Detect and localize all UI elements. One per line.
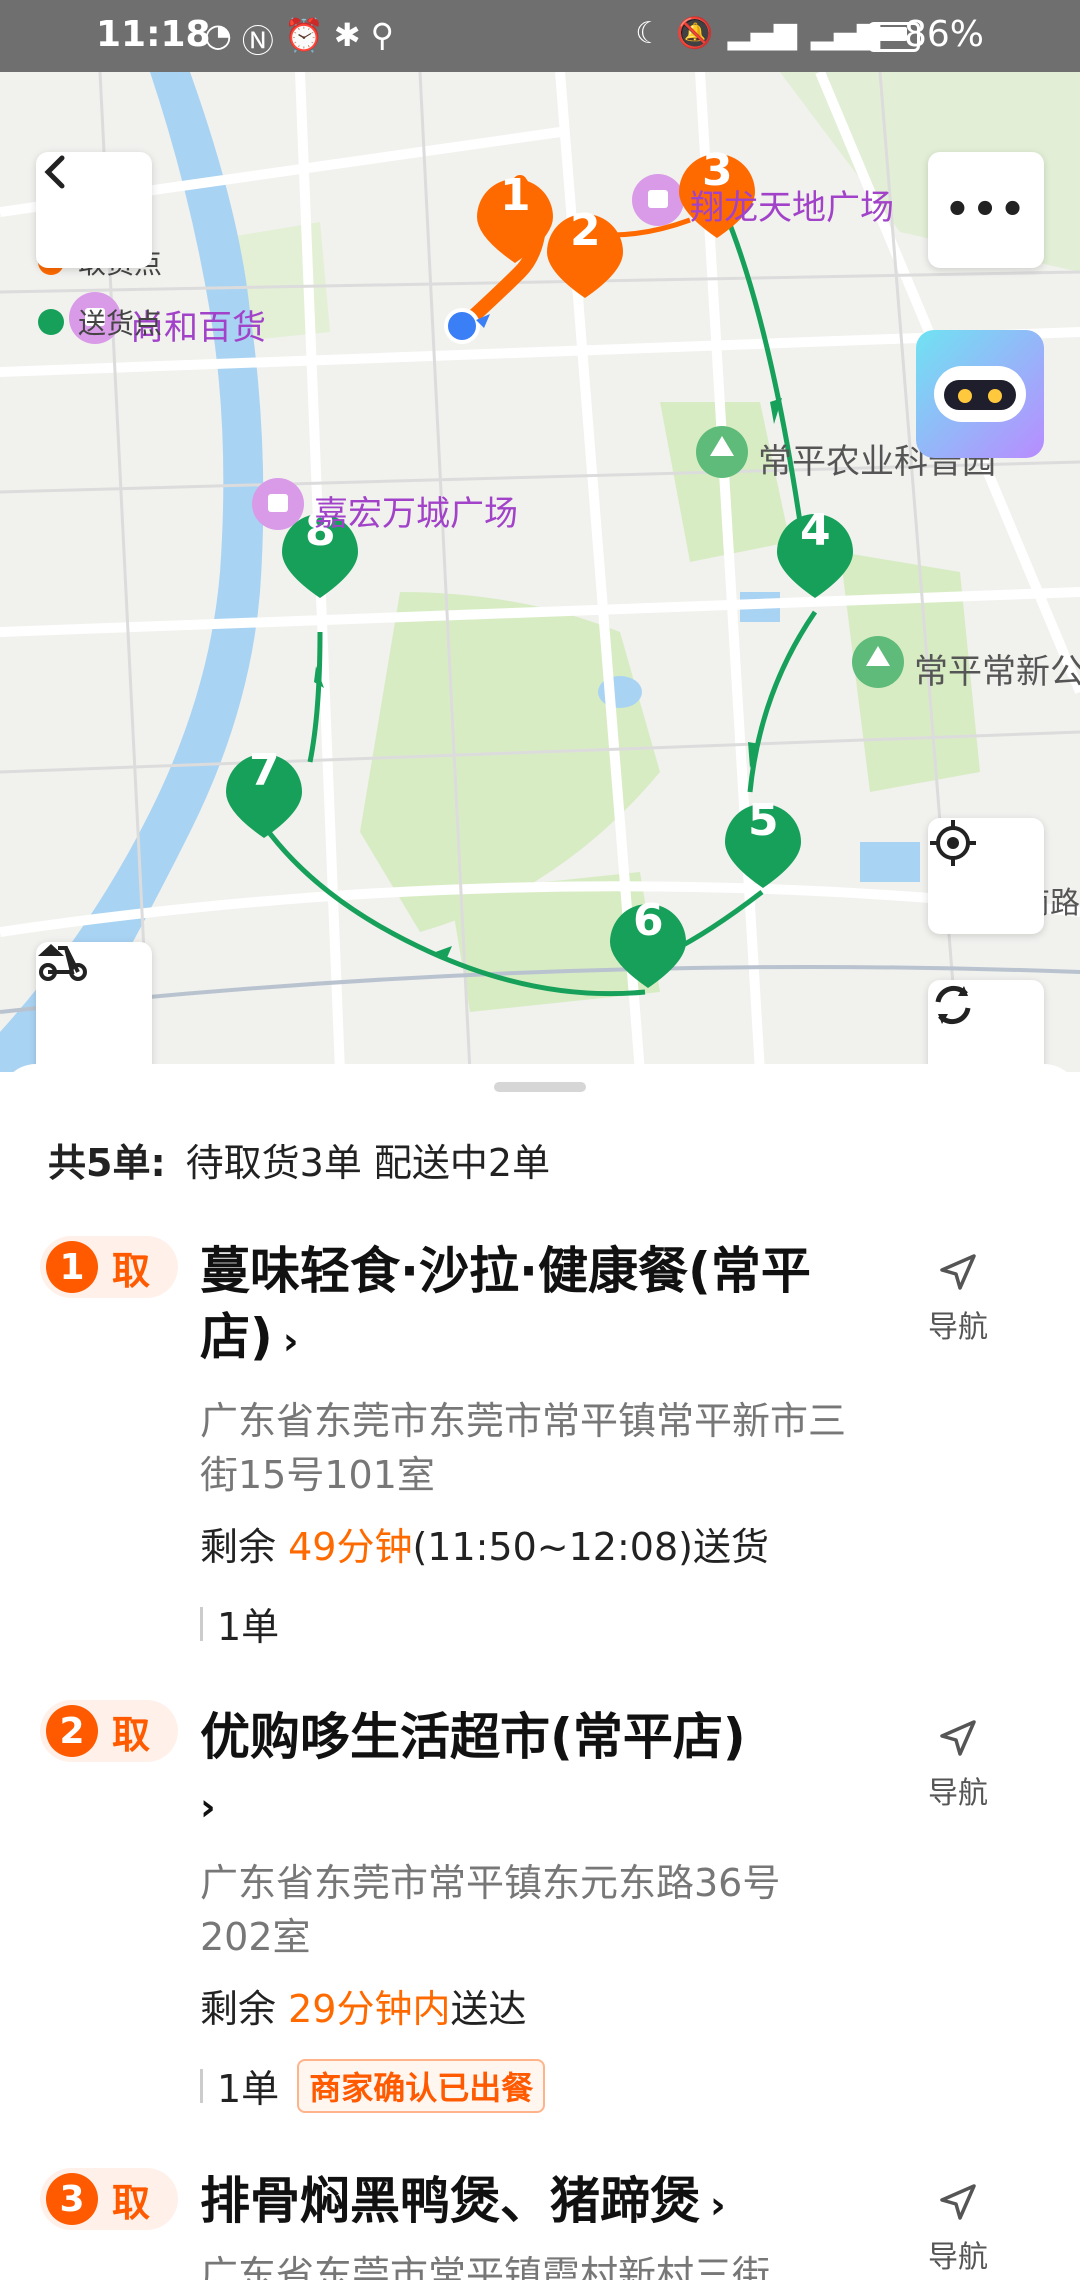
store-address: 广东省东莞市常平镇东元东路36号202室 [200,1861,781,1959]
more-button[interactable]: ••• [928,152,1044,268]
navigate-arrow-icon [940,1720,976,1756]
navigate-label: 导航 [928,1310,988,1345]
chevron-right-icon: › [710,2183,726,2227]
location-icon: ⚲ [370,16,395,54]
pickup-tag: 1 取 [40,1236,178,1298]
scooter-icon [39,946,87,981]
store-address: 广东省东莞市常平镇霞村新村三街 [200,2253,771,2280]
pickup-marker-2[interactable]: 2 [570,205,601,256]
order-count: 1单 商家确认已出餐 [200,2058,546,2113]
time-suffix: 送达 [450,1987,527,2031]
status-time: 11:18 [96,14,211,55]
status-right-icons: ☾ 🔕 ▂▄▆ ▂▄▆ [635,16,880,51]
order-count-text: 1单 [217,1605,280,1649]
order-summary: 共5单: 待取货3单 配送中2单 [48,1132,550,1187]
map-canvas [0,72,1080,1072]
status-bar: 11:18 ◔ Ⓝ ⏰ ✱ ⚲ ☾ 🔕 ▂▄▆ ▂▄▆ 86% [0,0,1080,72]
order-count: 1单 [200,1596,279,1651]
battery-percent: 86% [903,14,984,55]
crosshair-icon [930,820,976,866]
navigate-label: 导航 [928,1776,988,1811]
order-action: 取 [112,2180,151,2225]
chevron-right-icon: › [282,1319,299,1363]
assistant-robot-button[interactable] [916,330,1044,458]
navigate-button[interactable]: 导航 [918,2182,998,2276]
time-suffix: (11:50~12:08)送货 [412,1525,769,1569]
store-name[interactable]: 优购哆生活超市(常平店) › [200,1704,860,1840]
legend-delivery: 送货点 [38,292,162,352]
navigate-button[interactable]: 导航 [918,1252,998,1346]
store-name[interactable]: 排骨焖黑鸭煲、猪蹄煲 › [200,2168,860,2238]
chevron-left-icon [44,155,65,189]
time-remaining: 剩余 49分钟(11:50~12:08)送货 [200,1516,769,1571]
refresh-icon [935,985,971,1025]
store-name-text: 排骨焖黑鸭煲、猪蹄煲 [200,2172,700,2230]
navigate-button[interactable]: 导航 [918,1718,998,1812]
poi-label: 翔龙天地广场 [690,188,894,228]
sheet-drag-handle[interactable] [494,1082,586,1092]
vehicle-mode-button[interactable] [36,942,152,1072]
pickup-tag: 2 取 [40,1700,178,1762]
navigate-arrow-icon [940,1254,976,1290]
poi-label: 常平常新公 [914,652,1080,692]
locate-button[interactable] [928,818,1044,934]
pickup-tag: 3 取 [40,2168,178,2230]
nfc-icon: Ⓝ [241,22,274,60]
navigate-label: 导航 [928,2240,988,2275]
time-highlight: 49分钟 [288,1525,413,1569]
time-highlight: 29分钟内 [288,1987,451,2031]
alarm-icon: ⏰ [283,16,324,54]
delivery-marker-4[interactable]: 4 [800,505,831,556]
route-map[interactable]: 1 2 3 4 5 6 7 8 翔龙天地广场 尚和百货 嘉宏万城广场 常平农业科… [0,72,1080,1072]
pickup-marker-1[interactable]: 1 [500,170,531,221]
delivery-dot-icon [38,309,64,335]
time-remaining: 剩余 29分钟内送达 [200,1978,526,2033]
speed-icon: ◔ [204,16,232,54]
delivery-marker-7[interactable]: 7 [249,745,280,796]
summary-detail: 待取货3单 配送中2单 [185,1141,551,1185]
delivery-marker-5[interactable]: 5 [748,795,779,846]
time-prefix: 剩余 [200,1525,289,1569]
mute-icon: 🔕 [676,16,714,51]
poi-label: 嘉宏万城广场 [314,494,518,534]
bluetooth-icon: ✱ [333,16,361,54]
refresh-button[interactable] [928,980,1044,1072]
orders-sheet[interactable]: 共5单: 待取货3单 配送中2单 1 取 蔓味轻食·沙拉·健康餐(常平店) › 广东… [0,1064,1080,2280]
order-index: 1 [46,1241,98,1293]
order-count-text: 1单 [217,2067,280,2111]
more-icon: ••• [944,187,1028,233]
chevron-right-icon: › [200,1785,216,1829]
delivery-marker-6[interactable]: 6 [633,895,664,946]
order-action: 取 [112,1248,151,1293]
robot-icon [934,366,1026,422]
order-index: 3 [46,2173,98,2225]
status-badge: 商家确认已出餐 [297,2058,546,2113]
store-name-text: 优购哆生活超市(常平店) [200,1708,746,1766]
time-prefix: 剩余 [200,1987,289,2031]
order-action: 取 [112,1712,151,1757]
signal-4g-icon: ▂▄▆ [727,16,797,51]
status-left-icons: ◔ Ⓝ ⏰ ✱ ⚲ [204,16,394,62]
back-button[interactable] [36,152,152,268]
order-index: 2 [46,1705,98,1757]
store-address: 广东省东莞市东莞市常平镇常平新市三街15号101室 [200,1399,847,1497]
navigate-arrow-icon [940,2184,976,2220]
summary-total: 共5单: [48,1141,166,1185]
moon-icon: ☾ [635,16,663,51]
store-name[interactable]: 蔓味轻食·沙拉·健康餐(常平店) › [200,1238,860,1374]
legend-label: 送货点 [78,307,163,340]
